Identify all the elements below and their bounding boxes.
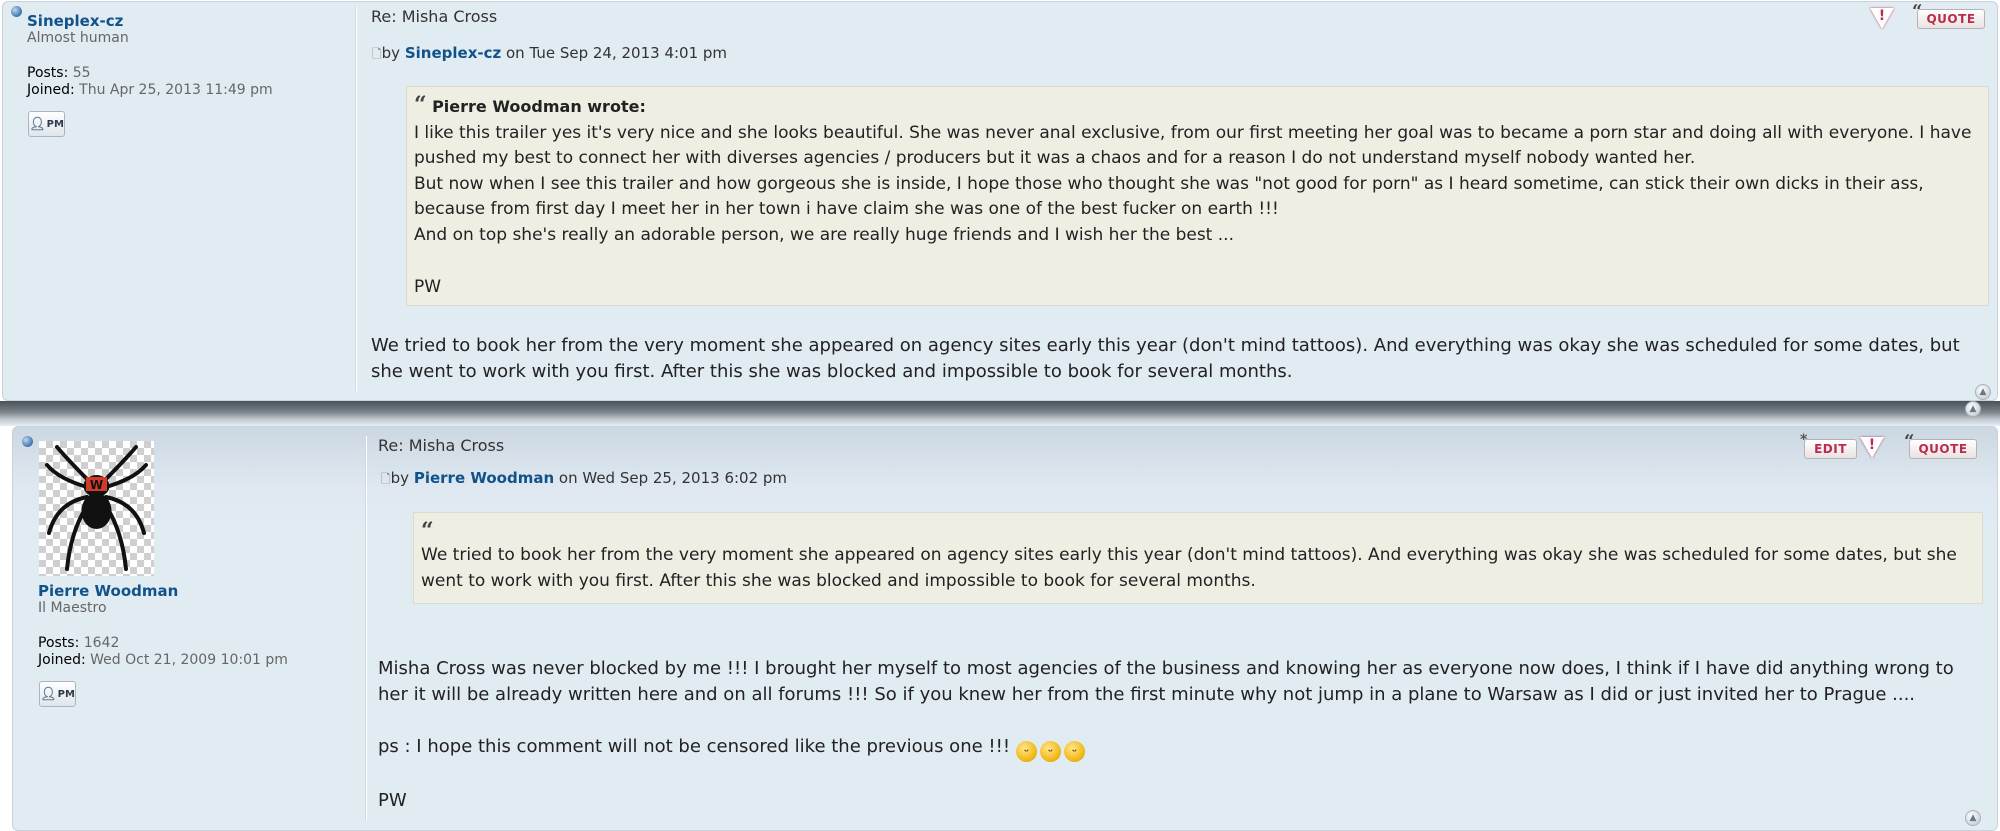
devil-smiley-icon: ᵕ bbox=[1015, 741, 1037, 762]
column-divider bbox=[365, 436, 367, 821]
post-title-link[interactable]: Re: Misha Cross bbox=[378, 436, 504, 455]
edit-star-icon: * bbox=[1800, 432, 1808, 448]
meta-author-link[interactable]: Pierre Woodman bbox=[414, 469, 554, 487]
avatar: W bbox=[39, 441, 154, 576]
quote-mark-icon: “ bbox=[414, 92, 427, 118]
post-link-icon[interactable]: 🗋︎ bbox=[381, 472, 391, 486]
back-to-top-icon[interactable]: ▲ bbox=[1965, 401, 1981, 417]
post-meta: 🗋︎by Sineplex-cz on Tue Sep 24, 2013 4:0… bbox=[372, 44, 728, 62]
quote-cite: “ Pierre Woodman wrote: bbox=[414, 92, 646, 118]
author-posts-count: Posts: 55 bbox=[27, 65, 91, 81]
meta-author-link[interactable]: Sineplex-cz bbox=[405, 44, 501, 62]
quote-line: And on top she's really an adorable pers… bbox=[414, 224, 1234, 245]
author-joined-date: Joined: Thu Apr 25, 2013 11:49 pm bbox=[27, 82, 273, 98]
author-name-link[interactable]: Sineplex-cz bbox=[27, 13, 273, 30]
quote-line: PW bbox=[414, 276, 442, 297]
post-title-link[interactable]: Re: Misha Cross bbox=[371, 7, 497, 26]
post-2-profile: Pierre Woodman Il Maestro Posts: 1642 Jo… bbox=[38, 583, 288, 669]
user-icon: 👤︎ bbox=[40, 686, 57, 702]
body-paragraph: PW bbox=[378, 790, 407, 811]
edit-button[interactable]: * EDIT bbox=[1800, 432, 1857, 459]
online-status-icon bbox=[11, 6, 22, 17]
column-divider bbox=[355, 6, 357, 391]
back-to-top-icon[interactable]: ▲ bbox=[1965, 810, 1981, 826]
post-1-profile: Sineplex-cz Almost human Posts: 55 Joine… bbox=[27, 13, 273, 99]
pm-button[interactable]: 👤︎ PM bbox=[28, 111, 65, 137]
user-icon: 👤︎ bbox=[29, 116, 46, 132]
devil-smiley-icon: ᵕ bbox=[1063, 741, 1085, 762]
quote-mark-icon: “ bbox=[1912, 1, 1923, 22]
author-rank: Il Maestro bbox=[38, 600, 107, 616]
post-body: We tried to book her from the very momen… bbox=[371, 335, 1960, 382]
back-to-top-icon[interactable]: ▲ bbox=[1975, 384, 1991, 400]
author-posts-count: Posts: 1642 bbox=[38, 635, 120, 651]
author-rank: Almost human bbox=[27, 30, 129, 46]
quote-button[interactable]: “QUOTE bbox=[1904, 431, 1977, 459]
post-body: Misha Cross was never blocked by me !!! … bbox=[378, 656, 1978, 814]
quote-line: But now when I see this trailer and how … bbox=[414, 173, 1924, 220]
author-joined-date: Joined: Wed Oct 21, 2009 10:01 pm bbox=[38, 652, 288, 668]
quote-mark-icon: “ bbox=[421, 518, 434, 544]
spider-avatar-icon: W bbox=[45, 445, 148, 571]
quote-button[interactable]: “QUOTE bbox=[1912, 1, 1985, 29]
post-separator bbox=[0, 401, 2000, 426]
quote-line: We tried to book her from the very momen… bbox=[421, 545, 1957, 591]
online-status-icon bbox=[22, 436, 33, 447]
quote-mark-icon: “ bbox=[1904, 431, 1915, 452]
post-meta: 🗋︎by Pierre Woodman on Wed Sep 25, 2013 … bbox=[381, 469, 788, 487]
svg-text:W: W bbox=[90, 478, 103, 492]
post-link-icon[interactable]: 🗋︎ bbox=[372, 47, 382, 61]
quote-line: I like this trailer yes it's very nice a… bbox=[414, 122, 1972, 169]
devil-smiley-icon: ᵕ bbox=[1039, 741, 1061, 762]
quoted-text-block: “ Pierre Woodman wrote: I like this trai… bbox=[406, 86, 1989, 306]
author-name-link[interactable]: Pierre Woodman bbox=[38, 583, 288, 600]
report-post-button[interactable]: ! bbox=[1860, 437, 1884, 459]
quoted-text-block: “ We tried to book her from the very mom… bbox=[413, 512, 1983, 604]
body-paragraph: Misha Cross was never blocked by me !!! … bbox=[378, 658, 1954, 705]
body-paragraph: ps : I hope this comment will not be cen… bbox=[378, 734, 1978, 762]
pm-button[interactable]: 👤︎ PM bbox=[39, 681, 76, 707]
report-post-button[interactable]: ! bbox=[1870, 8, 1894, 30]
